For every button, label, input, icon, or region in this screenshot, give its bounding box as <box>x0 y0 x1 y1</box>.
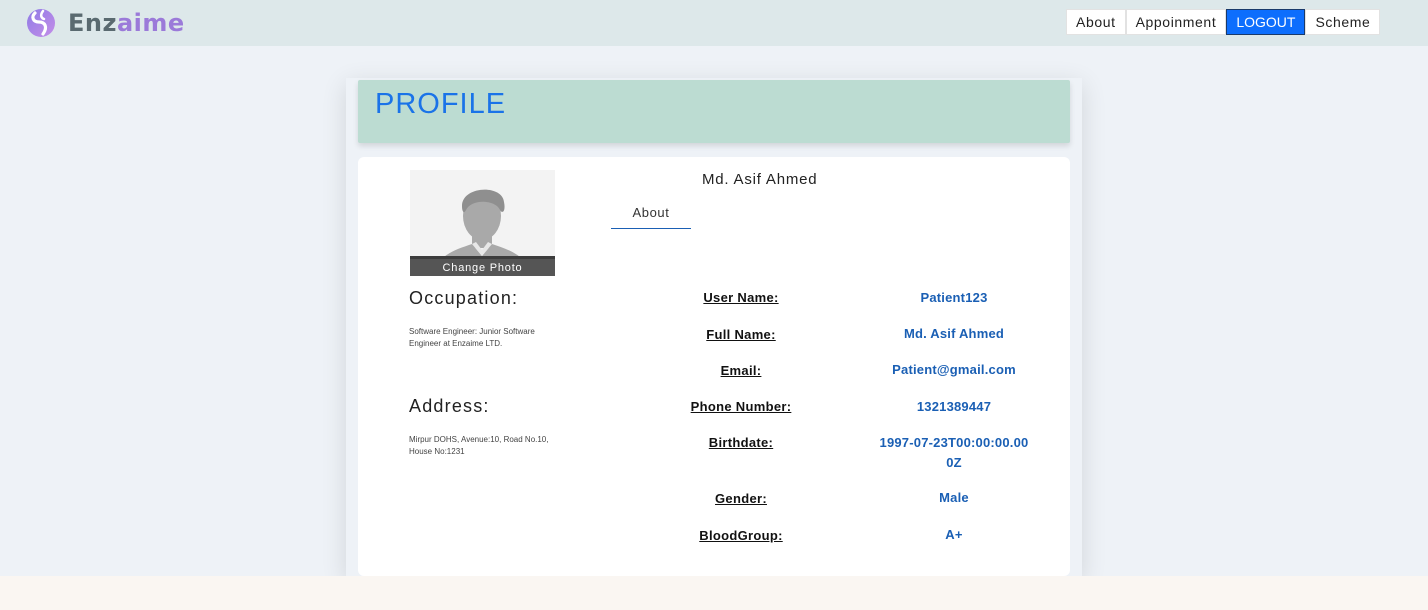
top-navbar: Enzaime About Appoinment LOGOUT Scheme <box>0 0 1428 46</box>
nav-scheme-button[interactable]: Scheme <box>1305 9 1381 35</box>
tab-about[interactable]: About <box>611 205 691 229</box>
username-label: User Name: <box>703 290 779 305</box>
gender-value: Male <box>939 490 969 505</box>
phone-value: 1321389447 <box>916 399 992 414</box>
change-photo-label: Change Photo <box>442 261 523 274</box>
email-value: Patient@gmail.com <box>892 362 1016 377</box>
gender-label: Gender: <box>715 491 767 506</box>
profile-header: PROFILE <box>358 80 1070 143</box>
nav-about-button[interactable]: About <box>1066 9 1126 35</box>
birthdate-label: Birthdate: <box>708 435 774 450</box>
enzaime-logo-icon <box>27 9 55 37</box>
profile-photo: Change Photo <box>410 170 555 276</box>
bloodgroup-label: BloodGroup: <box>699 528 783 543</box>
bloodgroup-value: A+ <box>945 527 963 542</box>
fullname-label: Full Name: <box>706 327 776 342</box>
profile-card: PROFILE Change Photo Md. Asif Ahmed Abou… <box>346 78 1082 578</box>
address-heading: Address: <box>409 396 490 416</box>
tab-about-label: About <box>632 205 670 220</box>
nav-appointment-button[interactable]: Appoinment <box>1125 9 1227 35</box>
username-value: Patient123 <box>920 290 988 305</box>
profile-content: Change Photo Md. Asif Ahmed About Occupa… <box>358 157 1070 576</box>
occupation-text: Software Engineer: Junior Software Engin… <box>409 327 535 348</box>
brand-name: Enzaime <box>68 9 185 37</box>
address-text: Mirpur DOHS, Avenue:10, Road No.10, Hous… <box>409 435 549 456</box>
nav-menu: About Appoinment LOGOUT Scheme <box>1066 9 1381 35</box>
brand-name-part1: Enz <box>68 9 117 37</box>
phone-label: Phone Number: <box>690 399 792 414</box>
page-title: PROFILE <box>375 88 507 120</box>
occupation-heading: Occupation: <box>409 288 519 308</box>
page-footer <box>0 576 1428 610</box>
email-label: Email: <box>720 363 762 378</box>
birthdate-value: 1997-07-23T00:00:00.000Z <box>879 435 1029 470</box>
profile-name: Md. Asif Ahmed <box>702 171 818 188</box>
fullname-value: Md. Asif Ahmed <box>903 326 1005 341</box>
brand-name-part2: aime <box>116 9 185 37</box>
nav-logout-button[interactable]: LOGOUT <box>1226 9 1306 35</box>
change-photo-button[interactable]: Change Photo <box>410 256 555 276</box>
brand[interactable]: Enzaime <box>20 7 185 39</box>
